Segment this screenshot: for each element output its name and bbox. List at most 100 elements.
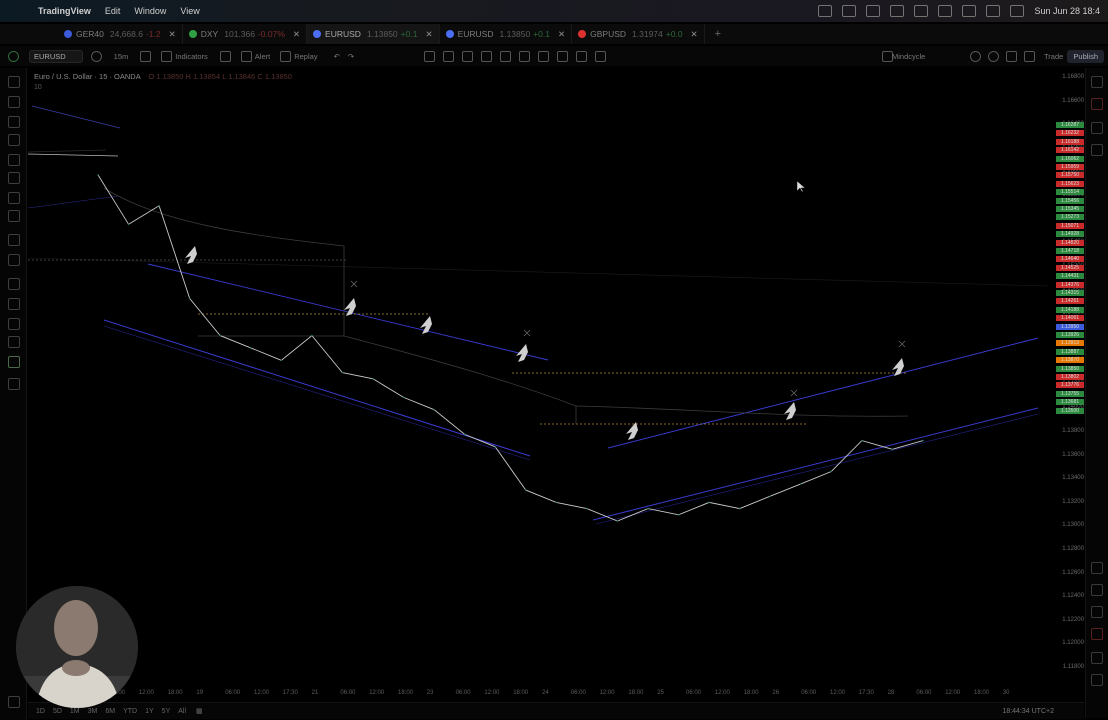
status-icon[interactable] — [938, 5, 953, 17]
menubar-clock[interactable]: Sun Jun 28 18:4 — [1034, 6, 1100, 16]
date-range-icon[interactable]: ▦ — [196, 707, 203, 715]
range-3m[interactable]: 3M — [88, 708, 98, 715]
trend-line-icon[interactable] — [8, 96, 20, 108]
crosshair-icon[interactable] — [8, 76, 20, 88]
replay-button[interactable]: Replay — [280, 50, 318, 62]
range-6m[interactable]: 6M — [105, 708, 115, 715]
lock-drawings-icon[interactable] — [8, 336, 20, 348]
fullscreen-icon[interactable] — [1006, 50, 1017, 62]
close-icon[interactable]: ✕ — [169, 29, 176, 40]
chart-type-icon[interactable] — [140, 50, 152, 62]
range-5d[interactable]: 5D — [53, 708, 62, 715]
chat-icon[interactable] — [1091, 144, 1103, 156]
calendar-icon[interactable] — [1091, 584, 1103, 596]
brush-icon[interactable] — [8, 172, 20, 184]
lock-icon[interactable] — [8, 298, 20, 310]
range-5y[interactable]: 5Y — [162, 708, 171, 715]
tab-gbpusd[interactable]: GBPUSD 1.31974 +0.0 ✕ — [572, 24, 705, 44]
zoom-icon[interactable] — [8, 254, 20, 266]
interval-button[interactable]: 15m — [114, 52, 129, 61]
undo-icon[interactable]: ↶ — [334, 52, 340, 61]
drawing-tool-icon[interactable] — [519, 50, 531, 62]
fib-icon[interactable] — [8, 134, 20, 146]
drawing-tool-icon[interactable] — [443, 50, 455, 62]
range-1m[interactable]: 1M — [70, 708, 80, 715]
drawing-tool-icon[interactable] — [500, 50, 512, 62]
range-1d[interactable]: 1D — [36, 708, 45, 715]
alerts-icon[interactable] — [1091, 98, 1103, 110]
drawing-tool-icon[interactable] — [538, 50, 550, 62]
status-icon[interactable] — [842, 5, 857, 17]
price-scale[interactable]: 1.168001.166001.164001.162001.160001.158… — [1056, 68, 1086, 688]
wifi-icon[interactable] — [986, 5, 1001, 17]
tab-eurusd[interactable]: EURUSD 1.13850 +0.1 ✕ — [440, 24, 573, 44]
price-tag: 1.14261 — [1056, 298, 1084, 305]
drawing-tool-icon[interactable] — [424, 50, 436, 62]
hide-drawings-icon[interactable] — [8, 356, 20, 368]
favorites-icon[interactable] — [8, 696, 20, 708]
price-scale-label: 1.13000 — [1062, 522, 1084, 529]
range-all[interactable]: All — [178, 708, 186, 715]
help-icon[interactable] — [1091, 652, 1103, 664]
close-icon[interactable]: ✕ — [425, 29, 432, 40]
tab-ger40[interactable]: GER40 24,668.6 -1.2 ✕ — [58, 24, 183, 44]
range-1y[interactable]: 1Y — [145, 708, 154, 715]
trash-icon[interactable] — [8, 378, 20, 390]
status-icon[interactable] — [914, 5, 929, 17]
ruler-icon[interactable] — [8, 234, 20, 246]
layout-name-button[interactable]: Mindcycle — [892, 52, 925, 61]
alert-button[interactable]: Alert — [240, 50, 270, 62]
close-icon[interactable]: ✕ — [558, 29, 565, 40]
menu-view[interactable]: View — [180, 6, 199, 16]
pattern-icon[interactable] — [8, 154, 20, 166]
utc-clock[interactable]: 18:44:34 UTC+2 — [1002, 708, 1054, 715]
eye-icon[interactable] — [8, 318, 20, 330]
redo-icon[interactable]: ↷ — [348, 52, 354, 61]
tab-dxy[interactable]: DXY 101.366 -0.07% ✕ — [183, 24, 308, 44]
close-icon[interactable]: ✕ — [293, 29, 300, 40]
smiley-icon[interactable] — [8, 210, 20, 222]
tab-eurusd-active[interactable]: EURUSD 1.13850 +0.1 ✕ — [307, 24, 440, 44]
drawing-tool-icon[interactable] — [481, 50, 493, 62]
price-point — [922, 439, 924, 442]
drawing-tool-icon[interactable] — [595, 50, 607, 62]
tradingview-logo-icon[interactable] — [8, 50, 19, 62]
horizontal-line-icon[interactable] — [8, 116, 20, 128]
add-tab-icon[interactable]: + — [715, 28, 721, 40]
target-icon[interactable] — [1091, 562, 1103, 574]
status-icon[interactable] — [818, 5, 833, 17]
menu-edit[interactable]: Edit — [105, 6, 121, 16]
status-icon[interactable] — [866, 5, 881, 17]
status-icon[interactable] — [890, 5, 905, 17]
time-scale-label: 18:00 — [974, 690, 990, 696]
magnet-icon[interactable] — [8, 278, 20, 290]
price-point — [555, 501, 558, 504]
app-name[interactable]: TradingView — [38, 6, 91, 16]
drawing-tool-icon[interactable] — [462, 50, 474, 62]
battery-icon[interactable] — [1010, 5, 1025, 17]
price-chart[interactable] — [28, 68, 1056, 698]
ideas-icon[interactable] — [1091, 606, 1103, 618]
drawing-tool-icon[interactable] — [576, 50, 588, 62]
settings-icon[interactable] — [988, 50, 999, 62]
menu-window[interactable]: Window — [134, 6, 166, 16]
symbol-search-input[interactable]: EURUSD — [29, 49, 83, 63]
time-scale[interactable]: 06:00 12:00 18:00 19 06:00 12:00 17:30 21 06:00 1… — [28, 688, 1056, 700]
compare-icon[interactable] — [90, 50, 102, 62]
close-icon[interactable]: ✕ — [691, 29, 698, 40]
watchlist-icon[interactable] — [1091, 76, 1103, 88]
camera-icon[interactable] — [1024, 50, 1035, 62]
range-ytd[interactable]: YTD — [123, 708, 137, 715]
trade-button[interactable]: Trade — [1044, 52, 1063, 61]
symbol-tab-bar: GER40 24,668.6 -1.2 ✕ DXY 101.366 -0.07%… — [0, 24, 1108, 44]
publish-button[interactable]: Publish — [1067, 50, 1104, 63]
drawing-tool-icon[interactable] — [557, 50, 569, 62]
search-icon[interactable] — [970, 50, 981, 62]
layers-icon[interactable] — [1091, 122, 1103, 134]
text-icon[interactable] — [8, 192, 20, 204]
status-icon[interactable] — [962, 5, 977, 17]
notifications-icon[interactable] — [1091, 628, 1103, 640]
templates-icon[interactable] — [219, 50, 231, 62]
settings-icon[interactable] — [1091, 674, 1103, 686]
indicators-button[interactable]: Indicators — [161, 50, 208, 62]
